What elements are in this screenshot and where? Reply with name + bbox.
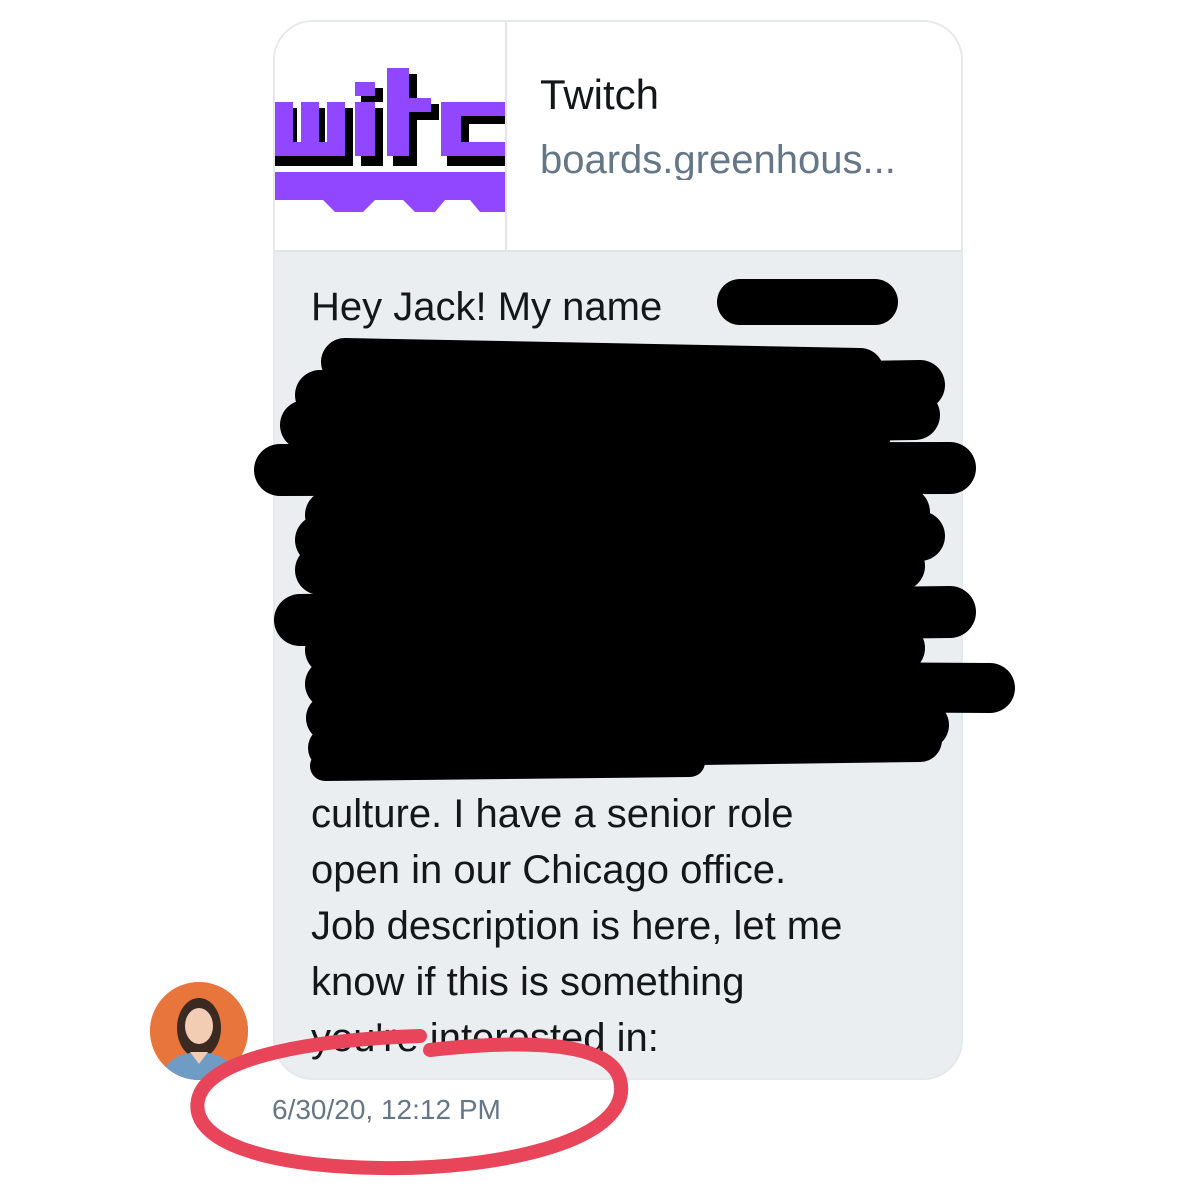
link-preview-card[interactable]: Twitch boards.greenhous... bbox=[275, 22, 961, 252]
message-line: know if this is something bbox=[311, 960, 745, 1004]
sender-avatar[interactable] bbox=[150, 982, 248, 1080]
message-line: Hey Jack! My name bbox=[311, 285, 663, 329]
avatar-photo-icon bbox=[150, 982, 248, 1080]
message-line: open in our Chicago office. bbox=[311, 848, 787, 892]
twitch-logo-icon bbox=[275, 22, 507, 250]
message-timestamp: 6/30/20, 12:12 PM bbox=[272, 1094, 501, 1125]
message-bubble: Twitch boards.greenhous... Hey Jack! My … bbox=[273, 20, 963, 1080]
message-line: Job description is here, let me bbox=[311, 904, 843, 948]
message-line: you're interested in: bbox=[311, 1016, 659, 1060]
link-preview-url[interactable]: boards.greenhous... bbox=[540, 140, 945, 180]
message-line: culture. I have a senior role bbox=[311, 792, 794, 836]
dm-conversation-view: Twitch boards.greenhous... Hey Jack! My … bbox=[0, 0, 1200, 1200]
link-preview-title: Twitch bbox=[540, 71, 660, 118]
